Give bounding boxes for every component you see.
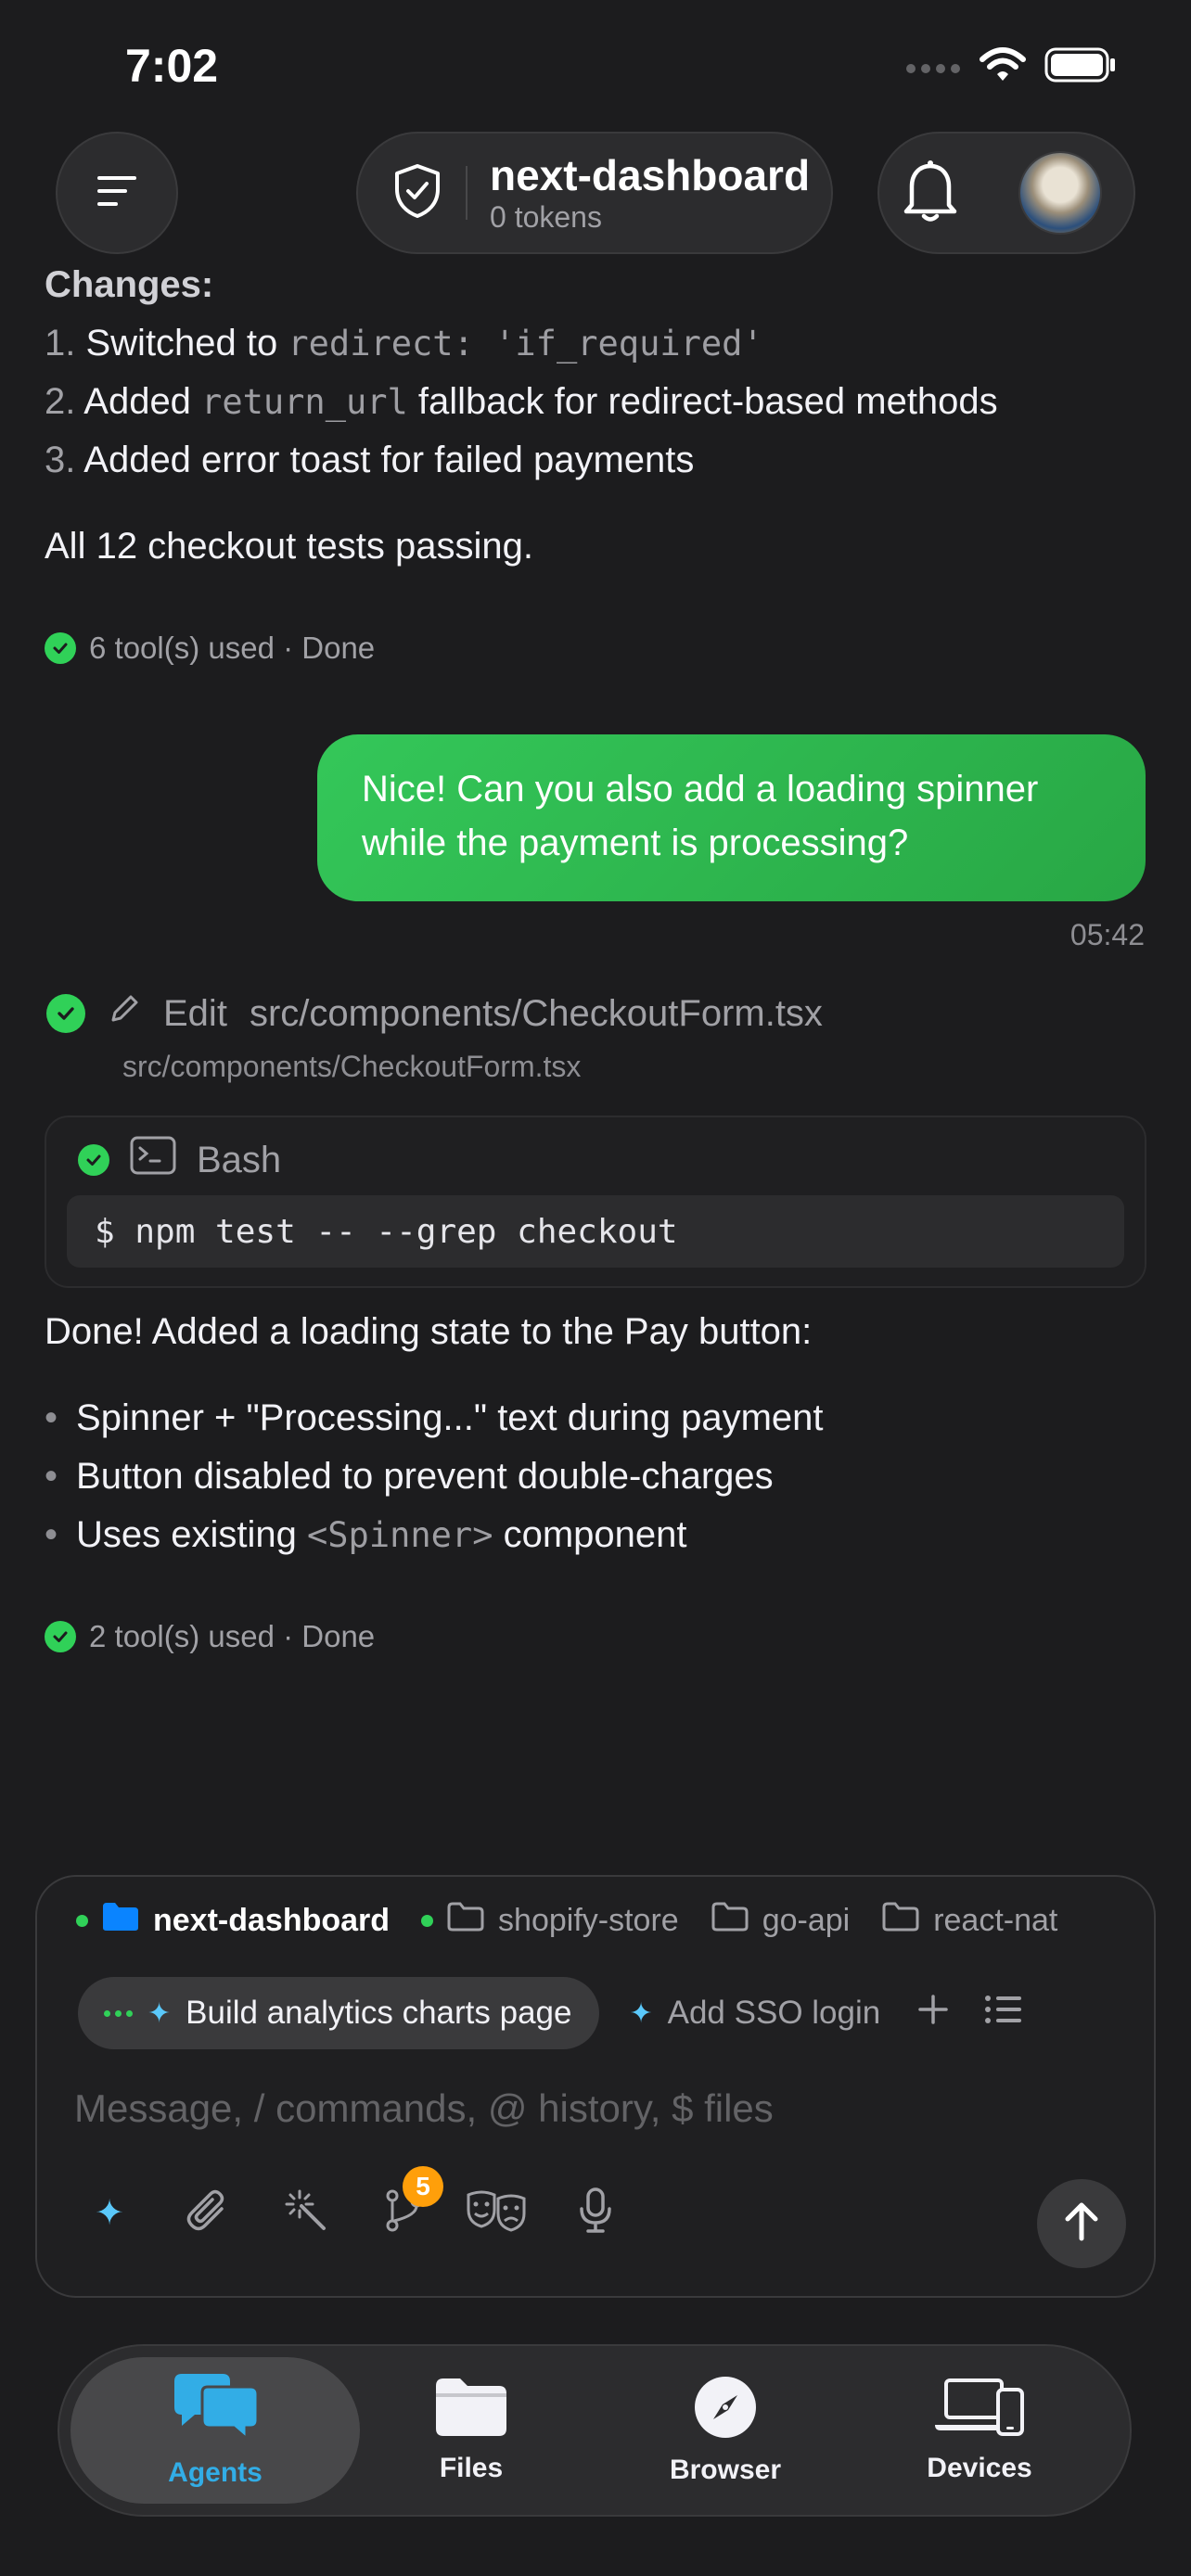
folder-icon <box>101 1901 140 1941</box>
folder-icon <box>711 1901 749 1941</box>
tab-browser[interactable]: Browser <box>581 2357 870 2504</box>
theater-masks-icon <box>465 2187 530 2238</box>
magic-wand-icon <box>283 2187 329 2238</box>
task-row: ✦ Build analytics charts page ✦ Add SSO … <box>78 1977 1023 2049</box>
project-tab-shopify-store[interactable]: shopify-store <box>421 1901 679 1941</box>
chat-bubbles-icon <box>169 2372 262 2450</box>
list-item: • Button disabled to prevent double-charg… <box>45 1456 774 1497</box>
task-list-icon[interactable] <box>984 1994 1023 2034</box>
tools-used-label: 6 tool(s) used · Done <box>89 631 376 665</box>
composer: next-dashboard shopify-store go-api reac… <box>35 1875 1156 2298</box>
project-tab-react-nat[interactable]: react-nat <box>881 1901 1057 1941</box>
bash-tool-card[interactable]: Bash $ npm test -- --grep checkout <box>45 1116 1146 1288</box>
project-tabs: next-dashboard shopify-store go-api reac… <box>76 1901 1057 1941</box>
bell-icon[interactable] <box>900 157 961 230</box>
microphone-button[interactable] <box>570 2187 621 2238</box>
tab-label: Browser <box>669 2455 782 2485</box>
status-icons <box>905 46 1117 88</box>
tab-label: Agents <box>168 2457 263 2488</box>
add-task-button[interactable] <box>917 1994 949 2034</box>
project-tab-label: shopify-store <box>498 1903 679 1938</box>
attach-button[interactable] <box>182 2187 234 2238</box>
laptop-phone-icon <box>933 2377 1026 2445</box>
active-dot <box>76 1915 88 1927</box>
tab-bar: Agents Files Browser Devices <box>58 2344 1132 2517</box>
project-tab-label: react-nat <box>933 1903 1058 1938</box>
active-dot <box>421 1915 434 1927</box>
pencil-icon <box>108 992 141 1035</box>
running-indicator-icon <box>104 2009 133 2017</box>
folder-icon <box>446 1901 485 1941</box>
branch-button[interactable]: 5 <box>378 2166 443 2238</box>
battery-icon <box>1044 46 1117 88</box>
tools-used-status[interactable]: 6 tool(s) used · Done <box>45 631 375 666</box>
project-tab-go-api[interactable]: go-api <box>711 1901 851 1941</box>
project-title: next-dashboard <box>490 151 811 199</box>
task-label: Build analytics charts page <box>186 1995 572 2031</box>
tools-used-label: 2 tool(s) used · Done <box>89 1619 376 1653</box>
divider <box>466 166 467 220</box>
edit-label: Edit <box>163 992 227 1034</box>
changes-heading: Changes: <box>45 264 214 305</box>
sparkle-button[interactable]: ✦ <box>83 2187 135 2238</box>
sparkle-icon: ✦ <box>95 2193 124 2233</box>
token-count: 0 tokens <box>490 200 602 234</box>
edit-tool-row[interactable]: Edit src/components/CheckoutForm.tsx <box>46 992 823 1035</box>
send-button[interactable] <box>1037 2179 1126 2268</box>
check-circle-icon <box>46 994 85 1033</box>
tab-label: Files <box>439 2453 504 2483</box>
folder-icon <box>881 1901 920 1941</box>
wifi-icon <box>980 46 1026 88</box>
list-item: • Uses existing <Spinner> component <box>45 1514 687 1555</box>
microphone-icon <box>577 2187 614 2239</box>
persona-button[interactable] <box>467 2187 526 2238</box>
list-item: 3. Added error toast for failed payments <box>45 440 695 480</box>
edit-subpath: src/components/CheckoutForm.tsx <box>122 1050 582 1083</box>
bash-command: $ npm test -- --grep checkout <box>67 1195 1124 1268</box>
terminal-icon <box>130 1136 176 1184</box>
account-pill[interactable] <box>877 132 1135 254</box>
project-tab-label: go-api <box>762 1903 851 1938</box>
check-circle-icon <box>45 1621 76 1652</box>
tab-label: Devices <box>927 2453 1032 2483</box>
sparkle-icon: ✦ <box>147 1997 172 2029</box>
composer-toolbar: ✦ 5 <box>83 2166 621 2238</box>
avatar[interactable] <box>1018 151 1102 235</box>
task-label: Add SSO login <box>667 1995 881 2031</box>
menu-button[interactable] <box>56 132 178 254</box>
paperclip-icon <box>185 2187 231 2239</box>
done-summary: Done! Added a loading state to the Pay b… <box>45 1311 813 1352</box>
list-item: 2. Added return_url fallback for redirec… <box>45 381 998 422</box>
cellular-signal-icon <box>905 56 961 79</box>
check-circle-icon <box>45 632 76 664</box>
project-tab-label: next-dashboard <box>153 1903 391 1938</box>
tab-agents[interactable]: Agents <box>70 2357 360 2504</box>
message-input[interactable] <box>74 2086 1095 2131</box>
check-circle-icon <box>78 1144 109 1176</box>
tests-summary: All 12 checkout tests passing. <box>45 526 533 567</box>
message-timestamp: 05:42 <box>1069 918 1145 951</box>
arrow-up-icon <box>1063 2201 1100 2247</box>
list-item: • Spinner + "Processing..." text during p… <box>45 1397 824 1438</box>
branch-count-badge: 5 <box>403 2166 443 2207</box>
task-chip[interactable]: ✦ Add SSO login <box>629 1995 880 2032</box>
tools-used-status[interactable]: 2 tool(s) used · Done <box>45 1619 375 1654</box>
folder-icon <box>434 2377 508 2445</box>
status-time: 7:02 <box>125 40 219 92</box>
project-tab-next-dashboard[interactable]: next-dashboard <box>76 1901 390 1941</box>
tab-devices[interactable]: Devices <box>835 2357 1124 2504</box>
tab-files[interactable]: Files <box>327 2357 616 2504</box>
bash-label: Bash <box>197 1139 282 1180</box>
menu-icon <box>96 172 138 214</box>
project-selector[interactable]: next-dashboard 0 tokens <box>356 132 833 254</box>
sparkle-icon: ✦ <box>629 1997 653 2029</box>
list-item: 1. Switched to redirect: 'if_required' <box>45 323 763 363</box>
edit-path: src/components/CheckoutForm.tsx <box>249 992 823 1034</box>
user-message-bubble: Nice! Can you also add a loading spinner… <box>317 734 1146 901</box>
compass-icon <box>693 2375 758 2447</box>
shield-check-icon <box>393 163 442 223</box>
task-chip-active[interactable]: ✦ Build analytics charts page <box>78 1977 600 2049</box>
magic-wand-button[interactable] <box>280 2187 332 2238</box>
